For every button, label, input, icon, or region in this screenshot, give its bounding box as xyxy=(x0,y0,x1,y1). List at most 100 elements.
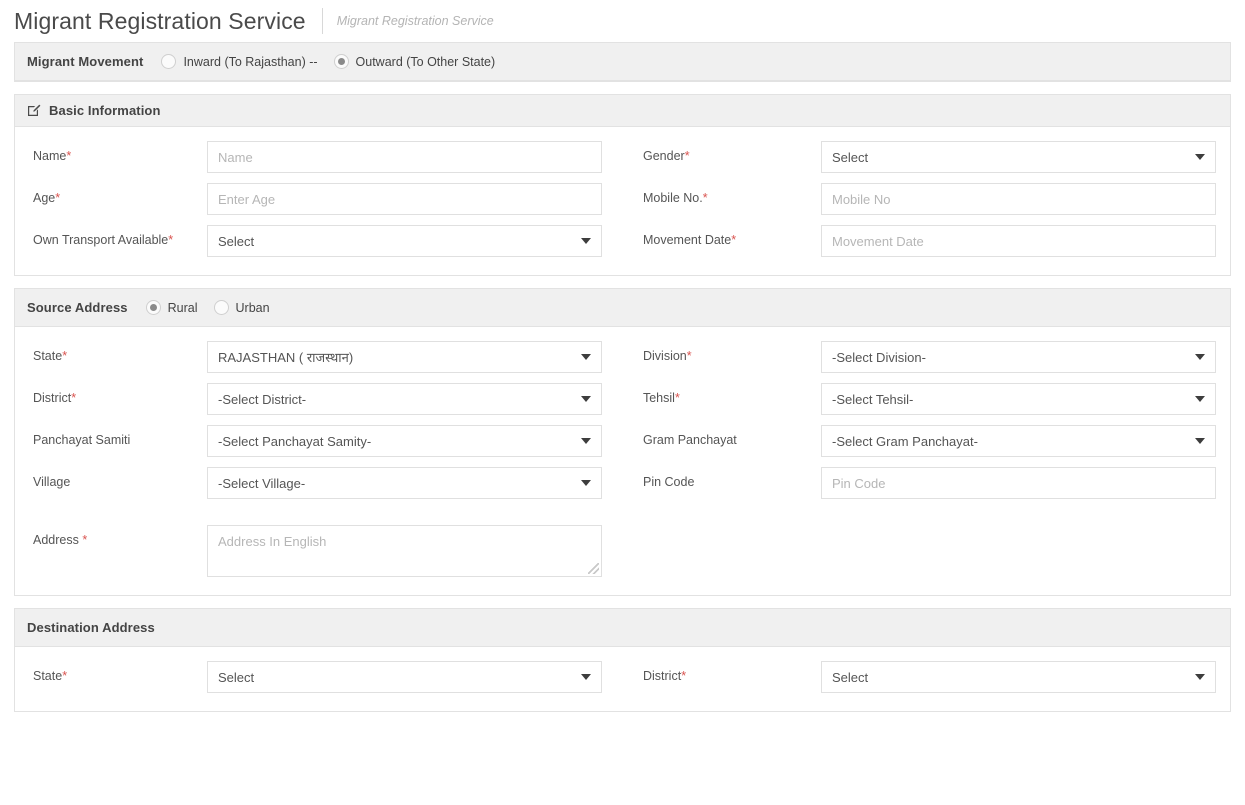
row-panchayatsamiti-grampanchayat: Panchayat Samiti -Select Panchayat Samit… xyxy=(15,425,1230,457)
row-district-tehsil: District* -Select District- Tehsil* -Sel… xyxy=(15,383,1230,415)
chevron-down-icon xyxy=(581,480,591,486)
destination-address-header: Destination Address xyxy=(15,609,1230,647)
dest-district-select-value: Select xyxy=(831,669,869,685)
movement-date-input[interactable]: Movement Date xyxy=(820,225,1216,257)
page-header: Migrant Registration Service Migrant Reg… xyxy=(0,0,1245,42)
source-state-label: State* xyxy=(33,349,68,363)
field-source-state: State* RAJASTHAN ( राजस्थान) xyxy=(15,341,631,373)
field-dest-district: District* Select xyxy=(631,661,1230,693)
destination-address-body: State* Select District* Select xyxy=(15,647,1230,711)
source-tehsil-label: Tehsil* xyxy=(642,391,680,405)
required-marker: * xyxy=(62,669,68,683)
chevron-down-icon xyxy=(1194,674,1205,680)
migrant-movement-panel: Migrant Movement Inward (To Rajasthan) -… xyxy=(14,42,1231,82)
chevron-down-icon xyxy=(1194,154,1205,160)
source-district-select[interactable]: -Select District- xyxy=(207,383,602,415)
field-source-division: Division* -Select Division- xyxy=(631,341,1230,373)
radio-option-outward[interactable]: Outward (To Other State) xyxy=(333,54,496,69)
basic-information-panel: Basic Information Name* Name Gender* Sel… xyxy=(14,94,1231,276)
panchayat-samiti-label: Panchayat Samiti xyxy=(33,433,131,447)
required-marker: * xyxy=(731,233,737,247)
gram-panchayat-select[interactable]: -Select Gram Panchayat- xyxy=(820,425,1216,457)
chevron-down-icon xyxy=(1194,354,1205,360)
required-marker: * xyxy=(66,149,72,163)
required-marker: * xyxy=(684,149,690,163)
chevron-down-icon xyxy=(1194,438,1205,444)
field-gender: Gender* Select xyxy=(631,141,1230,173)
field-pincode: Pin Code Pin Code xyxy=(631,467,1230,499)
required-marker: * xyxy=(686,349,692,363)
source-division-select-value: -Select Division- xyxy=(831,349,926,365)
migrant-movement-bar: Migrant Movement Inward (To Rajasthan) -… xyxy=(15,43,1230,81)
village-label: Village xyxy=(33,475,71,489)
dest-state-select[interactable]: Select xyxy=(207,661,602,693)
row-village-pincode: Village -Select Village- Pin Code Pin Co… xyxy=(15,467,1230,499)
row-name-gender: Name* Name Gender* Select xyxy=(15,141,1230,173)
source-area-radio-group: Rural Urban xyxy=(145,300,286,315)
pincode-label: Pin Code xyxy=(642,475,695,489)
gender-label: Gender* xyxy=(642,149,690,163)
required-marker: * xyxy=(82,533,88,547)
gram-panchayat-select-value: -Select Gram Panchayat- xyxy=(831,433,978,449)
age-input[interactable]: Enter Age xyxy=(207,183,602,215)
source-district-label: District* xyxy=(33,391,77,405)
gender-select-value: Select xyxy=(831,149,869,165)
age-label: Age* xyxy=(33,191,61,205)
source-state-select-value: RAJASTHAN ( राजस्थान) xyxy=(218,350,354,365)
radio-option-rural[interactable]: Rural xyxy=(145,300,198,315)
chevron-down-icon xyxy=(581,674,591,680)
field-source-district: District* -Select District- xyxy=(15,383,631,415)
row-address: Address * Address In English xyxy=(15,525,1230,577)
mobile-input[interactable]: Mobile No xyxy=(820,183,1216,215)
dest-state-label: State* xyxy=(33,669,68,683)
required-marker: * xyxy=(168,233,174,247)
radio-inward-label: Inward (To Rajasthan) -- xyxy=(183,54,318,69)
field-name: Name* Name xyxy=(15,141,631,173)
radio-inward-indicator[interactable] xyxy=(161,54,177,69)
row-age-mobile: Age* Enter Age Mobile No.* Mobile No xyxy=(15,183,1230,215)
gram-panchayat-label: Gram Panchayat xyxy=(642,433,737,447)
radio-outward-label: Outward (To Other State) xyxy=(355,54,496,69)
migrant-registration-page: Migrant Registration Service Migrant Reg… xyxy=(0,0,1245,712)
village-select[interactable]: -Select Village- xyxy=(207,467,602,499)
field-source-tehsil: Tehsil* -Select Tehsil- xyxy=(631,383,1230,415)
own-transport-label: Own Transport Available* xyxy=(33,233,174,247)
own-transport-select[interactable]: Select xyxy=(207,225,602,257)
name-input[interactable]: Name xyxy=(207,141,602,173)
basic-information-body: Name* Name Gender* Select Age* Enter Age… xyxy=(15,127,1230,275)
own-transport-select-value: Select xyxy=(218,233,255,249)
basic-information-title: Basic Information xyxy=(49,103,161,118)
radio-urban-label: Urban xyxy=(235,300,270,315)
address-textarea[interactable]: Address In English xyxy=(207,525,602,577)
field-address: Address * Address In English xyxy=(15,525,631,577)
destination-address-panel: Destination Address State* Select Distri… xyxy=(14,608,1231,712)
source-tehsil-select[interactable]: -Select Tehsil- xyxy=(820,383,1216,415)
field-movement-date: Movement Date* Movement Date xyxy=(631,225,1230,257)
field-own-transport: Own Transport Available* Select xyxy=(15,225,631,257)
radio-rural-indicator[interactable] xyxy=(145,300,161,315)
source-division-select[interactable]: -Select Division- xyxy=(820,341,1216,373)
pincode-input[interactable]: Pin Code xyxy=(820,467,1216,499)
radio-option-urban[interactable]: Urban xyxy=(213,300,270,315)
required-marker: * xyxy=(62,349,68,363)
row-dest-state-district: State* Select District* Select xyxy=(15,661,1230,693)
address-textarea-placeholder: Address In English xyxy=(218,534,327,549)
radio-urban-indicator[interactable] xyxy=(213,300,229,315)
resize-handle-icon[interactable] xyxy=(588,563,599,574)
mobile-label: Mobile No.* xyxy=(642,191,708,205)
source-state-select[interactable]: RAJASTHAN ( राजस्थान) xyxy=(207,341,602,373)
migrant-movement-label: Migrant Movement xyxy=(27,54,144,69)
field-gram-panchayat: Gram Panchayat -Select Gram Panchayat- xyxy=(631,425,1230,457)
name-label: Name* xyxy=(33,149,72,163)
required-marker: * xyxy=(55,191,61,205)
dest-district-select[interactable]: Select xyxy=(820,661,1216,693)
field-age: Age* Enter Age xyxy=(15,183,631,215)
radio-option-inward[interactable]: Inward (To Rajasthan) -- xyxy=(161,54,318,69)
destination-address-title: Destination Address xyxy=(27,620,155,635)
radio-outward-indicator[interactable] xyxy=(333,54,349,69)
dest-district-label: District* xyxy=(642,669,687,683)
panchayat-samiti-select[interactable]: -Select Panchayat Samity- xyxy=(207,425,602,457)
movement-date-label: Movement Date* xyxy=(642,233,737,247)
gender-select[interactable]: Select xyxy=(820,141,1216,173)
chevron-down-icon xyxy=(1194,396,1205,402)
